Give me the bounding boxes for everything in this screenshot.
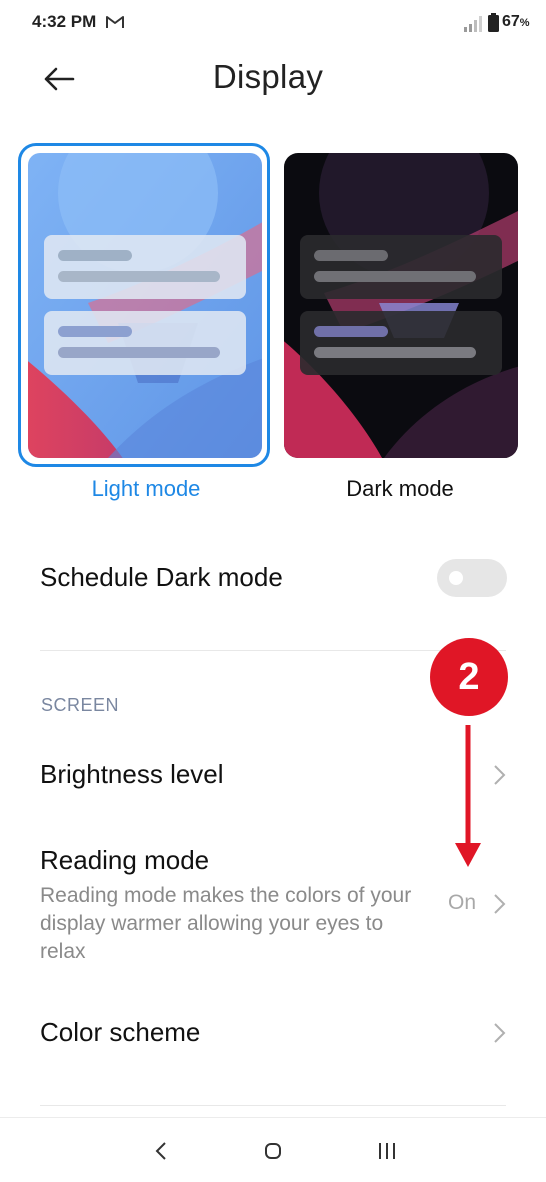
light-mode-label[interactable]: Light mode (20, 476, 272, 502)
status-bar: 4:32 PM 67% (0, 0, 546, 46)
home-icon (265, 1143, 281, 1159)
battery-icon (488, 13, 499, 32)
schedule-dark-mode-label: Schedule Dark mode (40, 562, 283, 592)
divider (40, 650, 506, 651)
gmail-icon (106, 16, 124, 28)
signal-icon (464, 16, 482, 32)
navigation-bar (0, 1117, 546, 1182)
page-title: Display (212, 58, 324, 95)
chevron-right-icon (494, 894, 506, 914)
divider (40, 1105, 506, 1106)
light-mode-option[interactable] (18, 143, 270, 467)
schedule-dark-mode-toggle[interactable] (437, 559, 507, 597)
reading-mode-value: On (448, 891, 477, 914)
nav-recents-button[interactable] (367, 1136, 407, 1166)
brightness-level-label: Brightness level (40, 759, 224, 789)
nav-home-button[interactable] (253, 1136, 293, 1166)
reading-mode-description: Reading mode makes the colors of your di… (40, 884, 412, 963)
selected-indicator (18, 143, 270, 467)
nav-back-button[interactable] (141, 1136, 181, 1166)
recents-icon (379, 1143, 395, 1159)
down-arrow-annotation (455, 725, 481, 867)
battery-level: 67% (502, 13, 530, 30)
reading-mode-label: Reading mode (40, 845, 210, 875)
dark-mode-label[interactable]: Dark mode (274, 476, 526, 502)
chevron-right-icon (494, 765, 506, 785)
dark-mode-option[interactable] (276, 143, 528, 467)
chevron-right-icon (494, 1023, 506, 1043)
color-scheme-label: Color scheme (40, 1017, 201, 1047)
section-header-screen: SCREEN (41, 695, 120, 715)
step-number-badge: 2 (430, 638, 508, 716)
status-time: 4:32 PM (32, 12, 97, 31)
color-scheme-row[interactable]: Color scheme (0, 1003, 546, 1063)
dark-mode-preview (284, 153, 518, 458)
back-nav-icon (155, 1142, 166, 1160)
toggle-knob (449, 571, 463, 585)
